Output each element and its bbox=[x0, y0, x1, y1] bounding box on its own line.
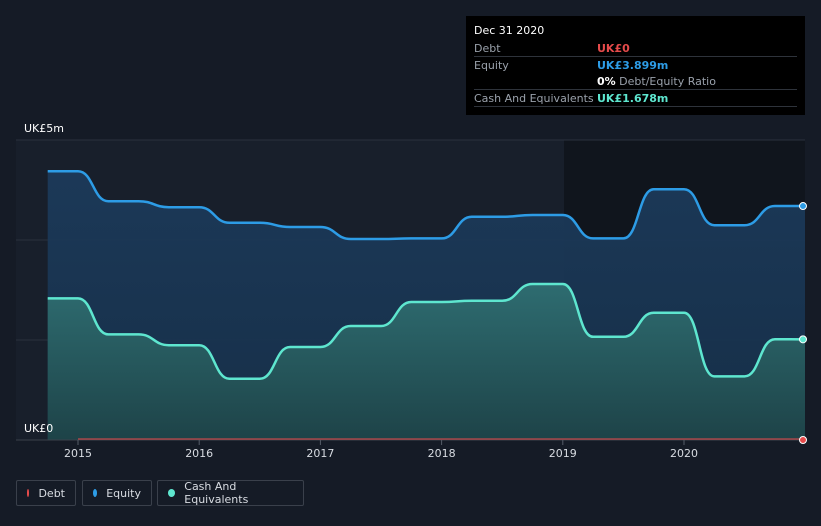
legend-cash-dot bbox=[168, 489, 176, 497]
tooltip-row-cash: Cash And Equivalents UK£1.678m bbox=[474, 90, 797, 107]
y-axis-bottom-label: UK£0 bbox=[24, 422, 54, 435]
x-tick-label-2015: 2015 bbox=[64, 447, 92, 460]
debt-end-marker[interactable] bbox=[799, 436, 807, 444]
tooltip-row-debt: Debt UK£0 bbox=[474, 40, 797, 57]
x-tick-label-2018: 2018 bbox=[428, 447, 456, 460]
x-ticks: 2015 2016 2017 2018 2019 2020 bbox=[64, 440, 698, 460]
tooltip-row-ratio: 0% Debt/Equity Ratio bbox=[474, 73, 797, 90]
tooltip-equity-value: UK£3.899m bbox=[597, 59, 669, 72]
tooltip-equity-label: Equity bbox=[474, 59, 509, 72]
legend-equity-label: Equity bbox=[106, 486, 141, 500]
legend-cash[interactable]: Cash And Equivalents bbox=[157, 480, 304, 506]
tooltip-cash-value: UK£1.678m bbox=[597, 92, 669, 105]
tooltip-debt-label: Debt bbox=[474, 42, 501, 55]
tooltip-debt-value: UK£0 bbox=[597, 42, 630, 55]
tooltip-ratio-value: 0% bbox=[597, 75, 616, 88]
tooltip-cash-label: Cash And Equivalents bbox=[474, 92, 594, 105]
tooltip-ratio: 0% Debt/Equity Ratio bbox=[597, 75, 716, 88]
tooltip-row-equity: Equity UK£3.899m bbox=[474, 57, 797, 73]
x-tick-label-2020: 2020 bbox=[670, 447, 698, 460]
y-axis-top-label: UK£5m bbox=[24, 122, 64, 135]
legend-cash-label: Cash And Equivalents bbox=[184, 480, 249, 506]
legend-debt[interactable]: Debt bbox=[16, 480, 76, 506]
legend-debt-dot bbox=[27, 489, 30, 497]
legend-equity-dot bbox=[93, 489, 98, 497]
equity-end-marker[interactable] bbox=[799, 202, 807, 211]
tooltip-date: Dec 31 2020 bbox=[474, 24, 545, 37]
legend-debt-label: Debt bbox=[38, 486, 65, 500]
x-tick-label-2019: 2019 bbox=[549, 447, 577, 460]
data-tooltip: Dec 31 2020 Debt UK£0 Equity UK£3.899m 0… bbox=[466, 16, 805, 115]
x-tick-label-2017: 2017 bbox=[306, 447, 334, 460]
tooltip-ratio-label: Debt/Equity Ratio bbox=[615, 75, 716, 88]
x-tick-label-2016: 2016 bbox=[185, 447, 213, 460]
cash-end-marker[interactable] bbox=[799, 335, 807, 344]
legend-equity[interactable]: Equity bbox=[82, 480, 152, 506]
